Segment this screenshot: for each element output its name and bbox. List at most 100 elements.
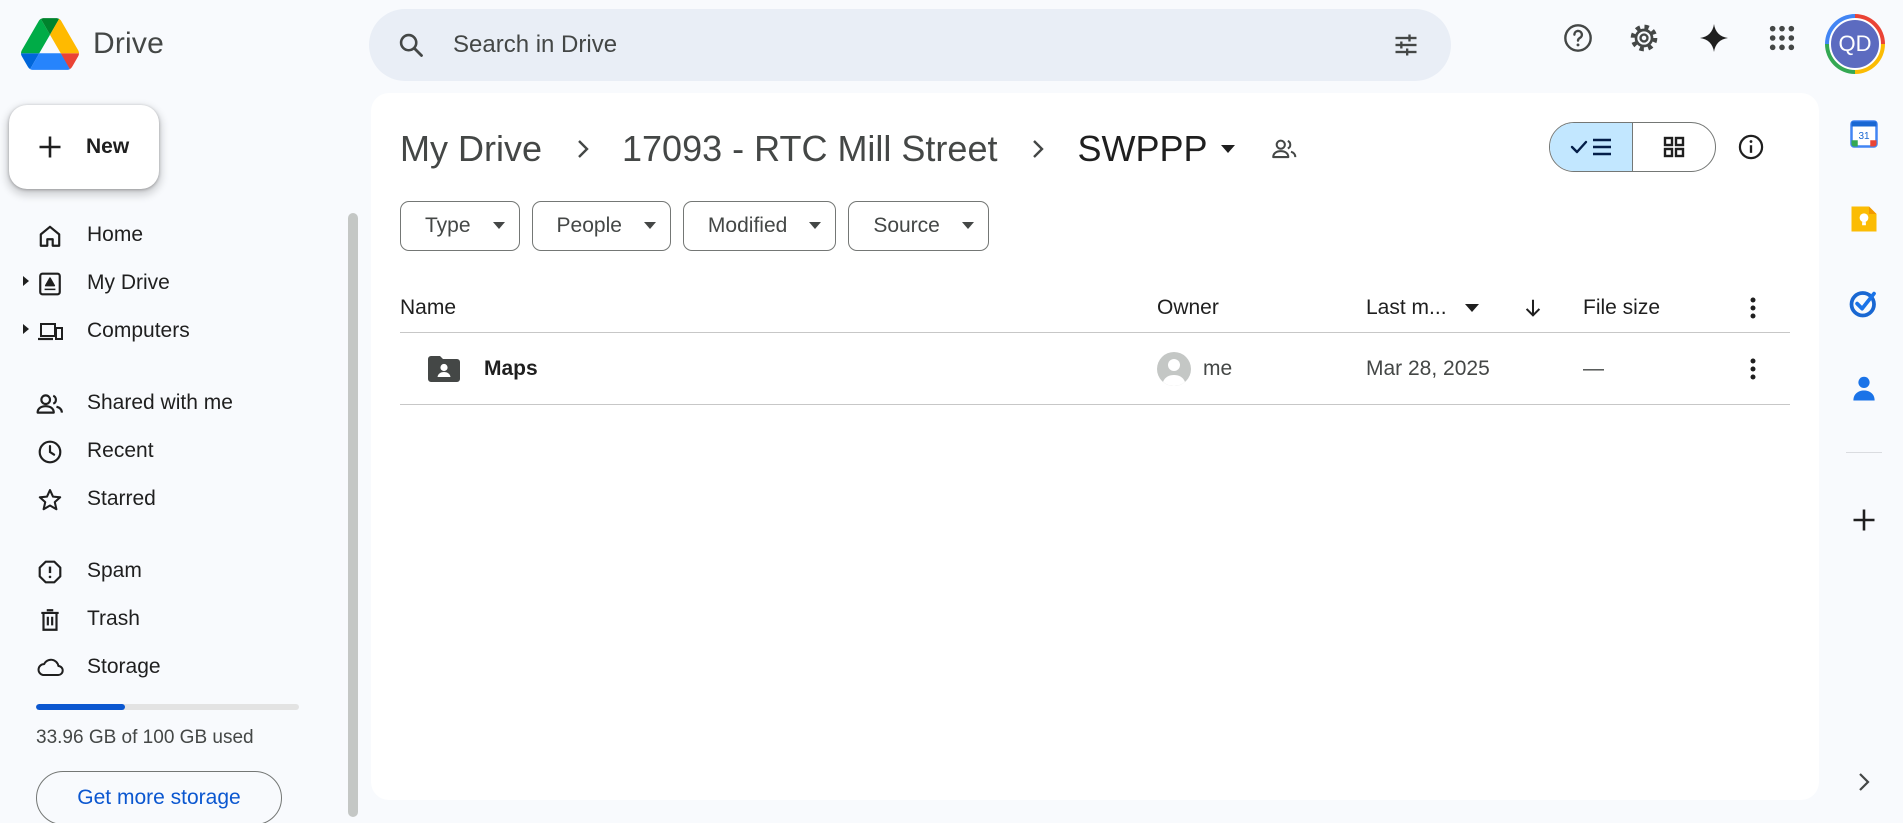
file-name[interactable]: Maps xyxy=(484,333,538,405)
app-name: Drive xyxy=(93,27,165,60)
sidebar-item-my-drive[interactable]: My Drive xyxy=(0,261,340,305)
cloud-icon xyxy=(36,654,64,682)
chevron-right-icon[interactable] xyxy=(1848,766,1880,798)
layout-toggle xyxy=(1549,122,1716,172)
new-button[interactable]: New xyxy=(9,105,159,189)
file-last-modified: Mar 28, 2025 xyxy=(1366,357,1490,380)
sidebar-item-label: Recent xyxy=(87,439,154,462)
sidebar-item-label: Storage xyxy=(87,655,161,678)
spam-icon xyxy=(36,558,64,586)
tasks-app-icon[interactable] xyxy=(1848,287,1880,319)
sidebar-item-starred[interactable]: Starred xyxy=(0,477,340,521)
column-header-last-modified[interactable]: Last m... xyxy=(1366,283,1479,333)
column-header-name[interactable]: Name xyxy=(400,283,456,333)
keep-app-icon[interactable] xyxy=(1848,203,1880,235)
folder-menu-dropdown-icon[interactable] xyxy=(1220,144,1236,154)
sidebar-item-spam[interactable]: Spam xyxy=(0,549,340,593)
breadcrumb-my-drive[interactable]: My Drive xyxy=(400,128,542,170)
caret-down-icon xyxy=(643,222,656,230)
column-header-file-size[interactable]: File size xyxy=(1583,283,1660,333)
new-button-label: New xyxy=(86,135,130,158)
sort-options-caret-icon[interactable] xyxy=(1464,303,1479,313)
breadcrumb: My Drive 17093 - RTC Mill Street SWPPP xyxy=(400,123,1298,175)
chevron-right-icon xyxy=(1031,138,1045,160)
account-initials: QD xyxy=(1829,18,1881,70)
caret-down-icon xyxy=(492,222,505,230)
plus-icon xyxy=(39,136,61,158)
search-input[interactable] xyxy=(453,25,1313,65)
filter-source-chip[interactable]: Source xyxy=(848,201,989,251)
sidebar-scrollbar[interactable] xyxy=(348,213,358,817)
chip-label: Type xyxy=(425,214,471,237)
computers-icon xyxy=(36,318,64,346)
star-icon xyxy=(36,486,64,514)
sort-direction-arrow-icon[interactable] xyxy=(1522,283,1544,333)
column-header-label: Last m... xyxy=(1366,296,1447,319)
trash-icon xyxy=(36,606,64,634)
filter-type-chip[interactable]: Type xyxy=(400,201,520,251)
expand-caret-icon[interactable] xyxy=(22,322,30,340)
breadcrumb-current-folder[interactable]: SWPPP xyxy=(1077,128,1207,170)
calendar-app-icon[interactable]: 31 xyxy=(1848,118,1880,150)
contacts-app-icon[interactable] xyxy=(1848,372,1880,404)
shared-folder-icon xyxy=(428,333,460,405)
sidebar-item-trash[interactable]: Trash xyxy=(0,597,340,641)
column-options-more-icon[interactable] xyxy=(1750,283,1756,333)
sidebar-item-label: Spam xyxy=(87,559,142,582)
sidebar-item-label: Home xyxy=(87,223,144,246)
expand-caret-icon[interactable] xyxy=(22,274,30,292)
svg-text:31: 31 xyxy=(1858,131,1870,142)
row-more-actions-icon[interactable] xyxy=(1750,333,1756,405)
account-avatar[interactable]: QD xyxy=(1825,14,1885,74)
drive-logo[interactable]: Drive xyxy=(21,18,164,70)
storage-usage-fill xyxy=(36,704,126,710)
storage-usage-bar xyxy=(36,704,299,710)
details-info-icon[interactable] xyxy=(1735,131,1767,163)
sidebar-item-label: Shared with me xyxy=(87,391,233,414)
column-header-owner[interactable]: Owner xyxy=(1157,283,1219,333)
grid-view-icon xyxy=(1663,136,1684,158)
sidebar-item-storage[interactable]: Storage xyxy=(0,645,340,689)
add-addon-plus-icon[interactable] xyxy=(1848,504,1880,536)
drive-app: Drive QD New Home xyxy=(0,0,1903,823)
my-drive-icon xyxy=(36,270,64,298)
drive-logo-icon xyxy=(21,18,79,70)
table-row[interactable]: Maps me Mar 28, 2025 — xyxy=(400,333,1790,405)
chip-label: Modified xyxy=(707,214,788,237)
gemini-sparkle-icon[interactable] xyxy=(1698,22,1730,54)
sidebar-item-computers[interactable]: Computers xyxy=(0,309,340,353)
shared-folder-people-icon[interactable] xyxy=(1270,136,1298,162)
file-list-header: Name Owner Last m... File size xyxy=(400,283,1790,333)
sidebar-item-label: Starred xyxy=(87,487,156,510)
chip-label: People xyxy=(556,214,622,237)
shared-people-icon xyxy=(36,390,64,418)
chevron-right-icon xyxy=(576,138,590,160)
sidebar-item-shared-with-me[interactable]: Shared with me xyxy=(0,381,340,425)
breadcrumb-project-folder[interactable]: 17093 - RTC Mill Street xyxy=(622,128,997,170)
clock-icon xyxy=(36,438,64,466)
sidebar-item-label: Trash xyxy=(87,607,140,630)
search-icon[interactable] xyxy=(397,31,425,64)
list-view-icon xyxy=(1570,138,1611,156)
settings-gear-icon[interactable] xyxy=(1628,22,1660,54)
caret-down-icon xyxy=(961,222,974,230)
main-content-panel: My Drive 17093 - RTC Mill Street SWPPP T… xyxy=(371,93,1819,800)
file-owner: me xyxy=(1157,333,1232,405)
filter-people-chip[interactable]: People xyxy=(531,201,671,251)
sidebar-item-recent[interactable]: Recent xyxy=(0,429,340,473)
filter-chips: Type People Modified Source xyxy=(400,201,1001,251)
filter-modified-chip[interactable]: Modified xyxy=(682,201,837,251)
owner-name: me xyxy=(1203,357,1233,380)
sidebar-item-home[interactable]: Home xyxy=(0,213,340,257)
list-view-button[interactable] xyxy=(1550,123,1633,171)
search-options-icon[interactable] xyxy=(1391,31,1421,64)
grid-view-button[interactable] xyxy=(1633,123,1716,171)
apps-grid-icon[interactable] xyxy=(1766,22,1798,54)
file-size: — xyxy=(1583,357,1604,380)
sidebar-item-label: Computers xyxy=(87,319,190,342)
chip-label: Source xyxy=(873,214,940,237)
caret-down-icon xyxy=(809,222,822,230)
help-icon[interactable] xyxy=(1562,22,1594,54)
get-more-storage-button[interactable]: Get more storage xyxy=(36,771,282,823)
storage-usage-text: 33.96 GB of 100 GB used xyxy=(36,727,254,748)
